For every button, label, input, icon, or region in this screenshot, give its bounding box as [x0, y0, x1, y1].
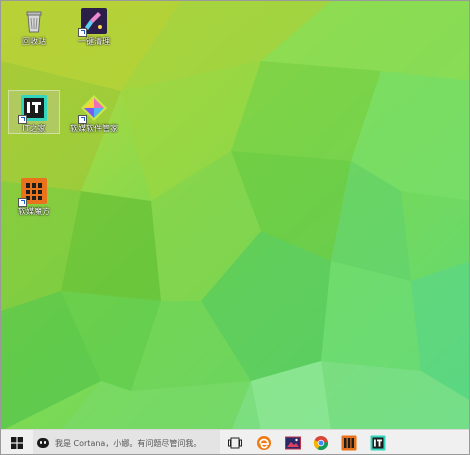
taskbar-ithome-button[interactable]	[364, 430, 392, 454]
desktop-wallpaper	[1, 1, 469, 431]
photo-app-icon	[285, 436, 301, 450]
desktop-icon-software-manager[interactable]: 软媒软件管家	[69, 91, 119, 134]
shortcut-arrow-icon	[18, 198, 27, 207]
shortcut-arrow-icon	[18, 115, 27, 124]
shortcut-arrow-icon	[78, 115, 87, 124]
chrome-browser-icon	[313, 436, 328, 451]
desktop-icon-label: 一键清理	[78, 37, 110, 46]
taskbar-edge-button[interactable]	[250, 430, 278, 454]
recycle-bin-icon	[20, 7, 48, 35]
ithome-icon	[18, 94, 48, 124]
taskbar: 我是 Cortana，小娜。有问题尽管问我。	[1, 429, 469, 454]
desktop-icon-label: 回收站	[22, 37, 46, 46]
cortana-placeholder: 我是 Cortana，小娜。有问题尽管问我。	[55, 438, 202, 448]
cortana-icon	[37, 438, 49, 448]
software-manager-icon	[78, 94, 108, 124]
desktop-icon-ruanmei-mofang[interactable]: 软媒魔方	[9, 174, 59, 217]
taskbar-chrome-button[interactable]	[307, 430, 335, 454]
desktop-icon-label: IT之家	[22, 124, 46, 133]
edge-browser-icon	[257, 436, 271, 450]
desktop-icon-one-click-cleanup[interactable]: 一键清理	[69, 4, 119, 47]
desktop-icon-label: 软媒软件管家	[70, 124, 118, 133]
cortana-search-box[interactable]: 我是 Cortana，小娜。有问题尽管问我。	[33, 430, 220, 454]
windows-logo-icon	[11, 437, 23, 449]
taskbar-mofang-button[interactable]	[335, 430, 363, 454]
shortcut-arrow-icon	[78, 28, 87, 37]
cleanup-broom-icon	[78, 7, 108, 37]
taskbar-photos-button[interactable]	[279, 430, 307, 454]
desktop-icon-ithome[interactable]: IT之家	[8, 90, 60, 134]
desktop-icon-label: 软媒魔方	[18, 207, 50, 216]
desktop-screen: 回收站 一键清理 IT之家 软媒软件管家 软媒魔方 我是 Cortana，小娜。…	[0, 0, 470, 455]
ruanmei-mofang-icon	[18, 177, 48, 207]
task-view-icon	[228, 437, 242, 449]
ithome-taskbar-icon	[370, 435, 386, 451]
desktop-icon-recycle-bin[interactable]: 回收站	[9, 4, 59, 47]
task-view-button[interactable]	[221, 430, 249, 454]
ruanmei-mofang-taskbar-icon	[341, 435, 357, 451]
start-button[interactable]	[1, 430, 33, 454]
